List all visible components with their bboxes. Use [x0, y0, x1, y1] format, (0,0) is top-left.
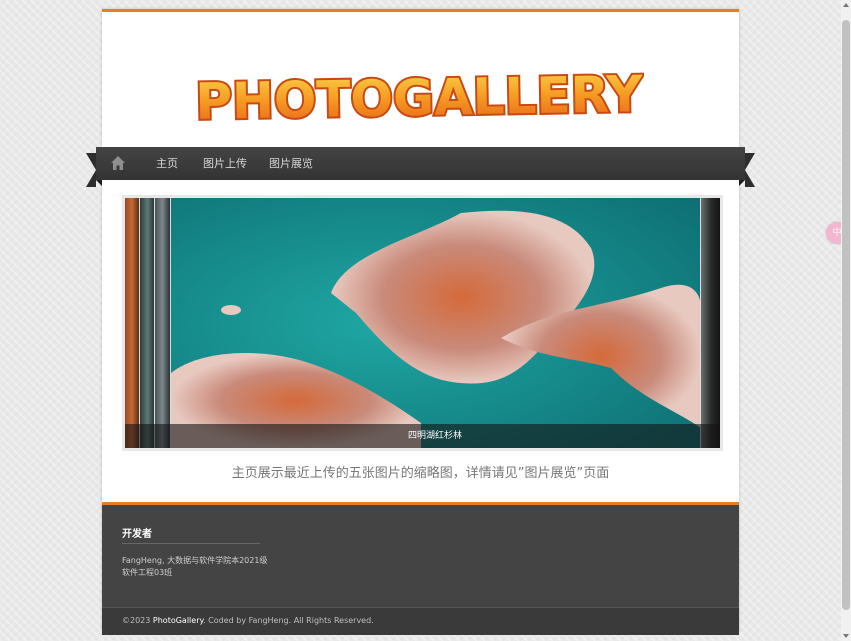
footer-class-line: 软件工程03班 — [122, 568, 173, 577]
page-description: 主页展示最近上传的五张图片的缩略图，详情请见”图片展览”页面 — [231, 466, 610, 481]
header: PHOTOGALLERY — [102, 12, 739, 147]
copyright-text: ©2023 PhotoGallery. Coded by FangHeng. A… — [122, 616, 374, 625]
main-nav: 主页 图片上传 图片展览 — [96, 147, 745, 180]
slide-caption: 四明湖红杉林 — [407, 431, 462, 441]
slide-main-image[interactable] — [170, 198, 701, 448]
footer-title: 开发者 — [122, 529, 152, 540]
slide-thumbnail[interactable] — [700, 198, 720, 448]
slide-thumbnail[interactable] — [139, 198, 155, 448]
nav-item-home[interactable]: 主页 — [156, 147, 178, 180]
home-icon[interactable] — [110, 155, 126, 171]
copyright-prefix: ©2023 — [122, 616, 153, 625]
footer-divider — [122, 543, 260, 544]
page-scrollbar[interactable] — [841, 0, 851, 641]
scroll-down-arrow-icon[interactable] — [843, 634, 849, 638]
nav-ribbon-left — [86, 153, 96, 187]
site-logo-text: PHOTOGALLERY — [195, 69, 644, 129]
page-container: PHOTOGALLERY 主页 图片上传 图片展览 四明湖红杉林 主页展示最近上… — [86, 9, 755, 635]
footer: 开发者 FangHeng, 大数据与软件学院本2021级 软件工程03班 ©20… — [102, 502, 739, 635]
copyright-brand: PhotoGallery — [152, 616, 204, 625]
slide-thumbnail[interactable] — [154, 198, 170, 448]
image-slider[interactable]: 四明湖红杉林 — [122, 195, 723, 451]
copyright-suffix: . Coded by FangHeng. All Rights Reserved… — [203, 616, 374, 625]
nav-ribbon-fold-right — [739, 180, 745, 186]
scroll-thumb[interactable] — [842, 20, 850, 610]
footer-developer-line: FangHeng, 大数据与软件学院本2021级 — [122, 556, 268, 565]
site-logo[interactable]: PHOTOGALLERY — [194, 69, 644, 129]
copyright-bar: ©2023 PhotoGallery. Coded by FangHeng. A… — [102, 607, 739, 635]
nav-ribbon-fold-left — [96, 180, 102, 186]
nav-item-upload[interactable]: 图片上传 — [203, 147, 247, 180]
nav-ribbon-right — [745, 153, 755, 187]
scroll-up-arrow-icon[interactable] — [843, 3, 849, 7]
slide-thumbnail[interactable] — [125, 198, 139, 448]
nav-item-gallery[interactable]: 图片展览 — [269, 147, 313, 180]
